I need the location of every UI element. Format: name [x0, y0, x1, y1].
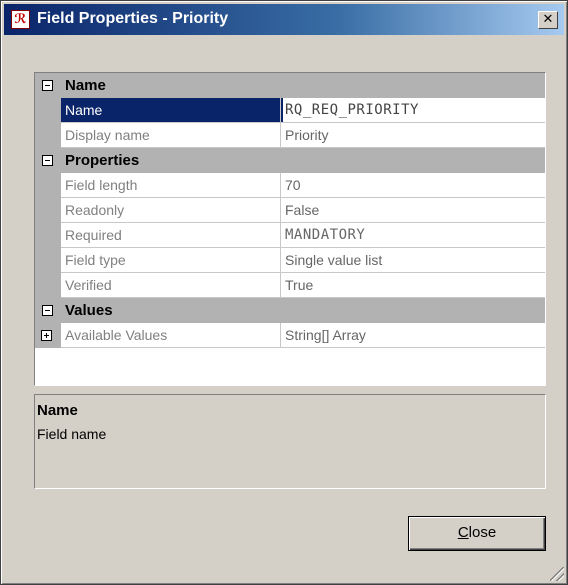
property-name[interactable]: Name [61, 98, 283, 123]
collapse-icon[interactable] [42, 155, 53, 166]
property-value[interactable]: Priority [280, 123, 545, 148]
property-value[interactable]: RQ_REQ_PRIORITY [280, 98, 545, 123]
property-value[interactable]: False [280, 198, 545, 223]
close-button-label: Close [457, 524, 497, 541]
collapse-icon[interactable] [42, 305, 53, 316]
property-grid: Name Name RQ_REQ_PRIORITY Display name P… [34, 72, 546, 386]
property-row-verified[interactable]: Verified True [35, 273, 545, 298]
property-row-field-length[interactable]: Field length 70 [35, 173, 545, 198]
property-row-display-name[interactable]: Display name Priority [35, 123, 545, 148]
property-row-available-values[interactable]: Available Values String[] Array [35, 323, 545, 348]
field-properties-dialog: ℛ Field Properties - Priority ✕ Name Nam… [0, 0, 568, 585]
collapse-icon[interactable] [42, 80, 53, 91]
category-label: Properties [65, 152, 140, 169]
property-row-required[interactable]: Required MANDATORY [35, 223, 545, 248]
category-values[interactable]: Values [35, 298, 545, 323]
property-name[interactable]: Available Values [61, 323, 283, 348]
property-value[interactable]: MANDATORY [280, 223, 545, 248]
window-title: Field Properties - Priority [37, 10, 229, 27]
app-icon: ℛ [11, 10, 30, 29]
description-text: Field name [37, 426, 107, 442]
property-name[interactable]: Verified [61, 273, 283, 298]
property-name[interactable]: Readonly [61, 198, 283, 223]
title-bar[interactable]: ℛ Field Properties - Priority ✕ [4, 4, 564, 35]
property-row-readonly[interactable]: Readonly False [35, 198, 545, 223]
description-title: Name [37, 402, 78, 419]
property-value[interactable]: Single value list [280, 248, 545, 273]
resize-grip[interactable] [550, 567, 564, 581]
close-button[interactable]: Close [408, 516, 546, 551]
property-value[interactable]: 70 [280, 173, 545, 198]
category-properties[interactable]: Properties [35, 148, 545, 173]
property-name[interactable]: Field length [61, 173, 283, 198]
property-row-name[interactable]: Name RQ_REQ_PRIORITY [35, 98, 545, 123]
property-name[interactable]: Field type [61, 248, 283, 273]
category-label: Name [65, 77, 106, 94]
category-label: Values [65, 302, 113, 319]
close-icon[interactable]: ✕ [538, 11, 558, 29]
property-row-field-type[interactable]: Field type Single value list [35, 248, 545, 273]
property-name[interactable]: Display name [61, 123, 283, 148]
expand-icon[interactable] [41, 330, 52, 341]
description-panel: Name Field name [34, 394, 546, 489]
property-value[interactable]: String[] Array [280, 323, 545, 348]
category-name[interactable]: Name [35, 73, 545, 98]
property-value[interactable]: True [280, 273, 545, 298]
property-name[interactable]: Required [61, 223, 283, 248]
